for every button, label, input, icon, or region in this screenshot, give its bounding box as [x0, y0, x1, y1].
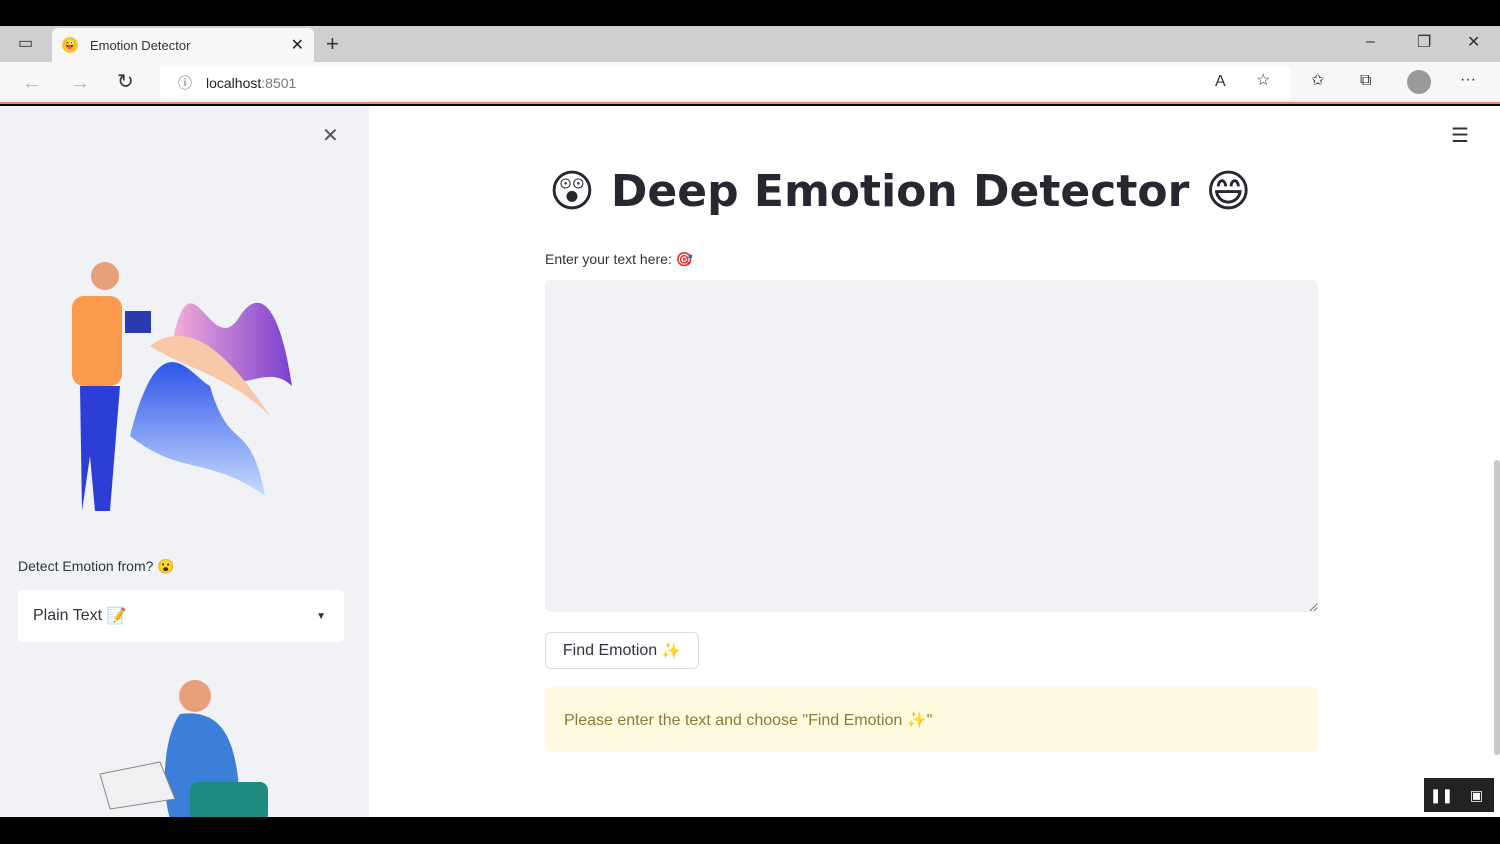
video-controls: ❚❚ ▣	[1424, 778, 1494, 812]
collections-icon[interactable]: ⧉	[1360, 73, 1371, 89]
memo-icon: 📝	[106, 608, 127, 625]
source-select[interactable]: Plain Text 📝 ▼	[18, 590, 344, 642]
forward-icon[interactable]: →	[70, 73, 90, 93]
close-tab-icon[interactable]: ✕	[291, 35, 304, 55]
page-title: 😲 Deep Emotion Detector 😄	[549, 166, 1251, 217]
url-field[interactable]: ⓘ localhost:8501	[160, 66, 1290, 100]
button-label: Find Emotion	[562, 641, 658, 659]
back-icon[interactable]: ←	[22, 73, 42, 93]
main-content: ☰ 😲 Deep Emotion Detector 😄 Enter your t…	[369, 106, 1500, 817]
title-text: Deep Emotion Detector	[610, 166, 1190, 217]
more-icon[interactable]: ···	[1460, 72, 1476, 88]
info-alert: Please enter the text and choose "Find E…	[545, 687, 1318, 752]
close-sidebar-icon[interactable]: ✕	[322, 126, 339, 146]
chevron-down-icon: ▼	[316, 610, 326, 622]
illustration-thinking-person	[99, 680, 268, 817]
read-aloud-icon[interactable]: A	[1215, 74, 1226, 90]
select-value: Plain Text	[33, 607, 103, 624]
scrollbar[interactable]	[1494, 460, 1500, 755]
pause-icon[interactable]: ❚❚	[1424, 778, 1459, 812]
select-label: Detect Emotion from?	[18, 558, 154, 574]
alert-text: Please enter the text and choose "Find E…	[564, 711, 933, 729]
find-emotion-button[interactable]: Find Emotion ✨	[545, 632, 699, 669]
reload-icon[interactable]: ↻	[117, 72, 134, 92]
address-bar: ← → ↻ ⓘ localhost:8501 A ☆ ✩ ⧉ ···	[0, 62, 1500, 104]
grinning-emoji-icon: 😄	[1205, 166, 1252, 217]
hamburger-menu-icon[interactable]: ☰	[1451, 126, 1469, 146]
new-tab-icon[interactable]: +	[326, 33, 339, 55]
url-port: :8501	[261, 75, 297, 91]
minimize-icon[interactable]: –	[1366, 34, 1375, 50]
text-input[interactable]	[545, 280, 1318, 612]
input-label: Enter your text here:	[545, 251, 672, 267]
surprised-emoji-icon: 😮	[157, 558, 175, 574]
restore-icon[interactable]: ❐	[1417, 35, 1431, 51]
picture-icon[interactable]: ▣	[1459, 778, 1494, 812]
favicon-icon: 😜	[62, 37, 78, 53]
profile-avatar[interactable]	[1407, 70, 1431, 94]
tab-bar: ▭ 😜 Emotion Detector ✕ + – ❐ ✕	[0, 26, 1500, 62]
close-window-icon[interactable]: ✕	[1467, 35, 1480, 51]
astonished-emoji-icon: 😲	[549, 166, 595, 217]
tab-actions-icon[interactable]: ▭	[18, 36, 33, 52]
url-host: localhost	[206, 75, 262, 91]
tab-title: Emotion Detector	[90, 37, 191, 53]
sidebar: ✕ Detect Emotion from? 😮 Plain Text 📝 ▼	[0, 106, 369, 817]
illustration-person-waves	[72, 262, 292, 511]
browser-tab[interactable]: 😜 Emotion Detector ✕	[52, 28, 314, 62]
info-icon[interactable]: ⓘ	[178, 73, 192, 93]
add-favorite-icon[interactable]: ☆	[1256, 73, 1270, 89]
favorites-icon[interactable]: ✩	[1311, 73, 1324, 89]
sparkles-icon: ✨	[661, 642, 682, 660]
target-icon: 🎯	[675, 251, 694, 267]
